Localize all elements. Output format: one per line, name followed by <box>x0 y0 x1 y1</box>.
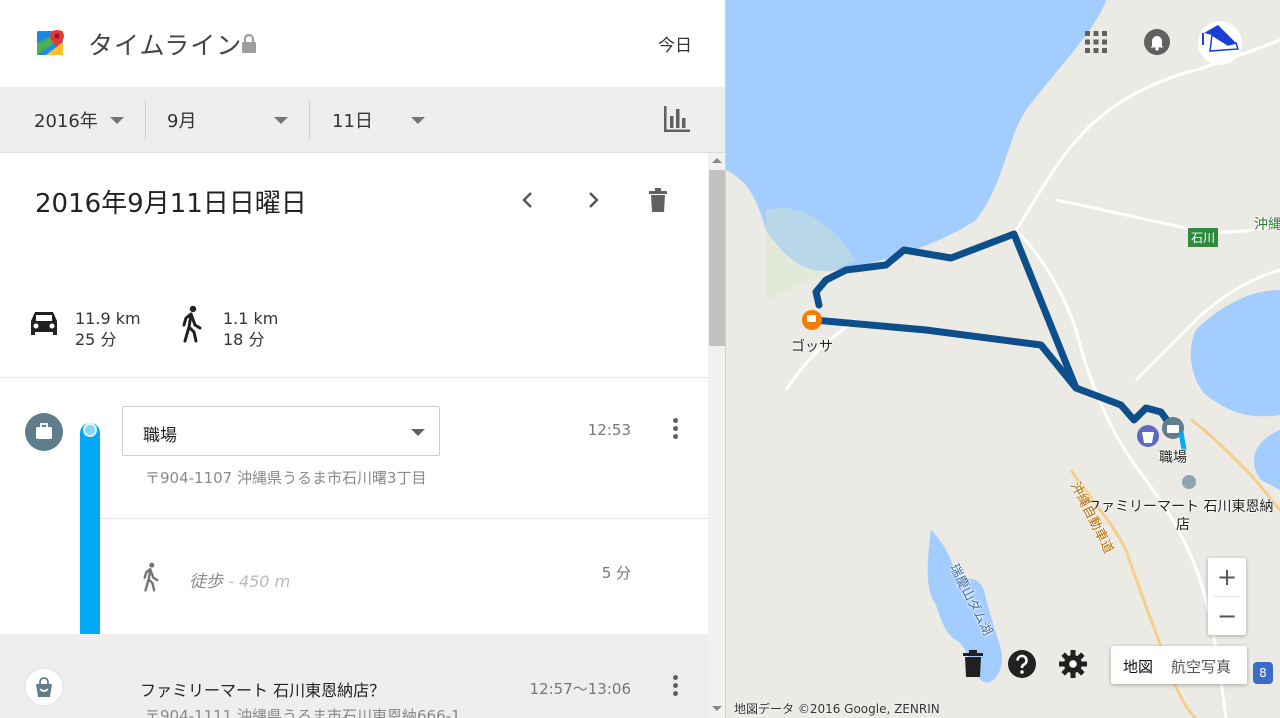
car-icon <box>31 312 57 335</box>
shopping-bag-icon <box>24 667 64 707</box>
walk-segment-distance: - 450 m <box>223 572 291 591</box>
settings-gear-icon[interactable] <box>1058 649 1088 679</box>
walking-icon <box>182 305 202 343</box>
more-options-icon[interactable] <box>668 673 682 699</box>
map-label-famima-line2[interactable]: 店 <box>1176 514 1190 534</box>
place-time: 12:53 <box>587 421 631 439</box>
more-options-icon[interactable] <box>668 416 682 442</box>
trash-icon[interactable] <box>962 650 984 678</box>
scroll-down-icon[interactable] <box>712 706 722 711</box>
zoom-out-button[interactable]: − <box>1208 597 1246 635</box>
visit-time: 12:57～13:06 <box>529 680 631 698</box>
chevron-down-icon <box>411 429 425 436</box>
place-name: 職場 <box>143 426 177 446</box>
chevron-down-icon <box>274 117 288 124</box>
scrollbar-thumb[interactable] <box>709 170 725 346</box>
place-address: 〒904-1107 沖縄県うるま市石川曙3丁目 <box>145 469 427 487</box>
divider <box>100 518 708 519</box>
app-bar: タイムライン 今日 <box>0 0 725 87</box>
avatar-image <box>1202 25 1240 52</box>
place-select[interactable]: 職場 <box>122 406 440 456</box>
car-distance: 11.9 km <box>75 309 141 328</box>
help-icon[interactable] <box>1007 649 1037 679</box>
timeline-dot <box>83 423 97 437</box>
map-label-okinawa: 沖縄 <box>1254 217 1280 233</box>
walk-mode: 徒歩 <box>189 572 223 592</box>
next-day-button[interactable] <box>576 183 610 217</box>
map-canvas <box>726 0 1280 718</box>
timeline-panel: タイムライン 今日 2016年 9月 11日 2016年9月11日日曜日 11.… <box>0 0 726 718</box>
walk-segment-label: 徒歩 - 450 m <box>189 567 290 592</box>
car-duration: 25 分 <box>75 330 117 349</box>
timeline-scroll-area[interactable]: 2016年9月11日日曜日 11.9 km 25 分 1.1 km 18 分 職… <box>0 153 708 718</box>
zoom-control: + − <box>1208 558 1246 635</box>
scroll-up-icon[interactable] <box>712 158 722 163</box>
walk-duration: 18 分 <box>223 330 265 349</box>
map-label-shokuba[interactable]: 職場 <box>1159 447 1187 467</box>
divider <box>145 100 146 140</box>
account-avatar[interactable] <box>1198 21 1242 65</box>
month-select[interactable]: 9月 <box>167 87 297 153</box>
map-view[interactable]: ゴッサ 職場 ファミリーマート 石川東恩納 店 石川 沖縄 沖縄自動車道 瑞慶山… <box>726 0 1280 718</box>
map-label-famima[interactable]: ファミリーマート 石川東恩納 <box>1087 496 1273 516</box>
divider <box>309 100 310 140</box>
walking-icon <box>143 562 159 592</box>
chevron-down-icon <box>411 117 425 124</box>
today-button[interactable]: 今日 <box>658 31 692 56</box>
map-type-toggle: 地図 航空写真 <box>1111 646 1247 684</box>
zoom-in-button[interactable]: + <box>1208 558 1246 596</box>
year-select[interactable]: 2016年 <box>34 87 134 153</box>
visit-place-name: ファミリーマート 石川東恩納店？ <box>140 681 386 700</box>
previous-day-button[interactable] <box>511 183 545 217</box>
briefcase-icon <box>25 413 63 451</box>
month-select-label: 9月 <box>167 111 197 132</box>
day-select-label: 11日 <box>332 111 373 132</box>
route-number-badge: 8 <box>1253 662 1273 684</box>
day-select[interactable]: 11日 <box>332 87 432 153</box>
google-maps-logo-icon <box>37 30 64 55</box>
walk-distance: 1.1 km <box>223 309 279 328</box>
chevron-down-icon <box>110 117 124 124</box>
map-label-gossa[interactable]: ゴッサ <box>791 336 833 356</box>
map-type-satellite-button[interactable]: 航空写真 <box>1171 656 1231 677</box>
year-select-label: 2016年 <box>34 111 98 132</box>
map-type-map-button[interactable]: 地図 <box>1123 656 1153 677</box>
delete-day-button[interactable] <box>641 183 675 217</box>
bar-chart-icon[interactable] <box>662 104 692 134</box>
apps-grid-icon[interactable] <box>1084 30 1108 54</box>
map-attribution: 地図データ ©2016 Google, ZENRIN <box>734 702 940 716</box>
map-label-shikawa: 石川 <box>1188 228 1219 247</box>
lock-icon <box>242 33 256 53</box>
divider <box>0 377 708 378</box>
notifications-bell-icon[interactable] <box>1143 28 1171 56</box>
visit-address: 〒904-1111 沖縄県うるま市石川東恩納666-1 <box>145 707 461 718</box>
day-title: 2016年9月11日日曜日 <box>35 189 307 219</box>
date-selector-bar: 2016年 9月 11日 <box>0 87 725 153</box>
walk-segment-duration: 5 分 <box>601 564 631 582</box>
app-title: タイムライン <box>88 31 243 60</box>
